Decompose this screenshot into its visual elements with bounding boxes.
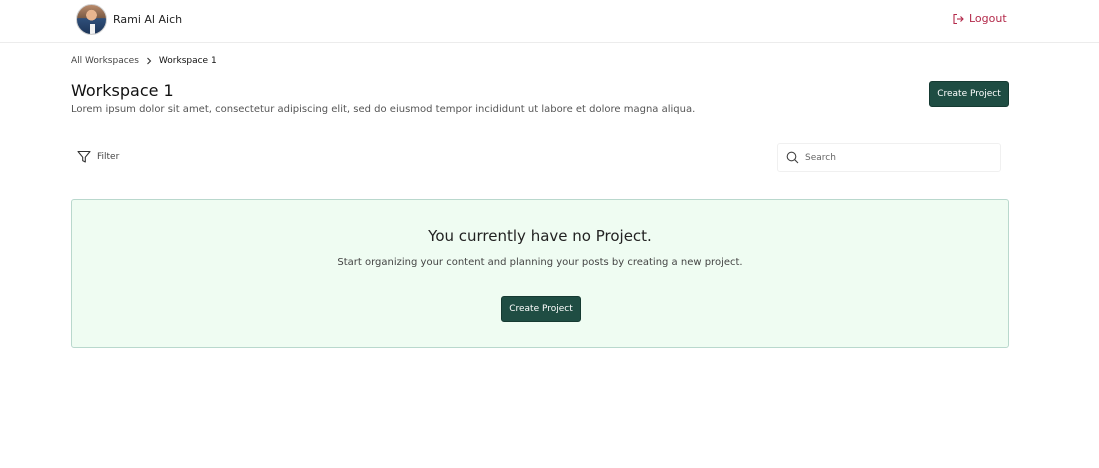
create-project-button[interactable]: Create Project — [929, 81, 1009, 107]
breadcrumb-all-workspaces[interactable]: All Workspaces — [71, 56, 139, 66]
breadcrumb: All Workspaces Workspace 1 — [71, 56, 217, 66]
breadcrumb-current: Workspace 1 — [158, 56, 217, 66]
logout-icon — [953, 13, 964, 24]
empty-state-subtitle: Start organizing your content and planni… — [337, 257, 743, 268]
user-profile[interactable]: Rami Al Aich — [76, 4, 182, 35]
empty-create-project-button[interactable]: Create Project — [501, 296, 581, 322]
filter-icon — [77, 150, 91, 163]
empty-state-title: You currently have no Project. — [428, 227, 652, 245]
search-icon — [786, 151, 799, 164]
logout-button[interactable]: Logout — [952, 12, 1007, 25]
page-title: Workspace 1 — [71, 81, 174, 100]
search-input[interactable] — [805, 152, 985, 163]
page-description: Lorem ipsum dolor sit amet, consectetur … — [71, 104, 696, 115]
filter-label: Filter — [97, 152, 120, 162]
top-bar: Rami Al Aich Logout — [0, 0, 1099, 43]
filter-button[interactable]: Filter — [77, 150, 119, 164]
user-name: Rami Al Aich — [113, 13, 183, 26]
chevron-right-icon — [146, 57, 152, 65]
search-box[interactable] — [777, 143, 1001, 172]
logout-label: Logout — [969, 12, 1007, 25]
avatar[interactable] — [76, 4, 107, 35]
empty-state-panel: You currently have no Project. Start org… — [71, 199, 1009, 348]
